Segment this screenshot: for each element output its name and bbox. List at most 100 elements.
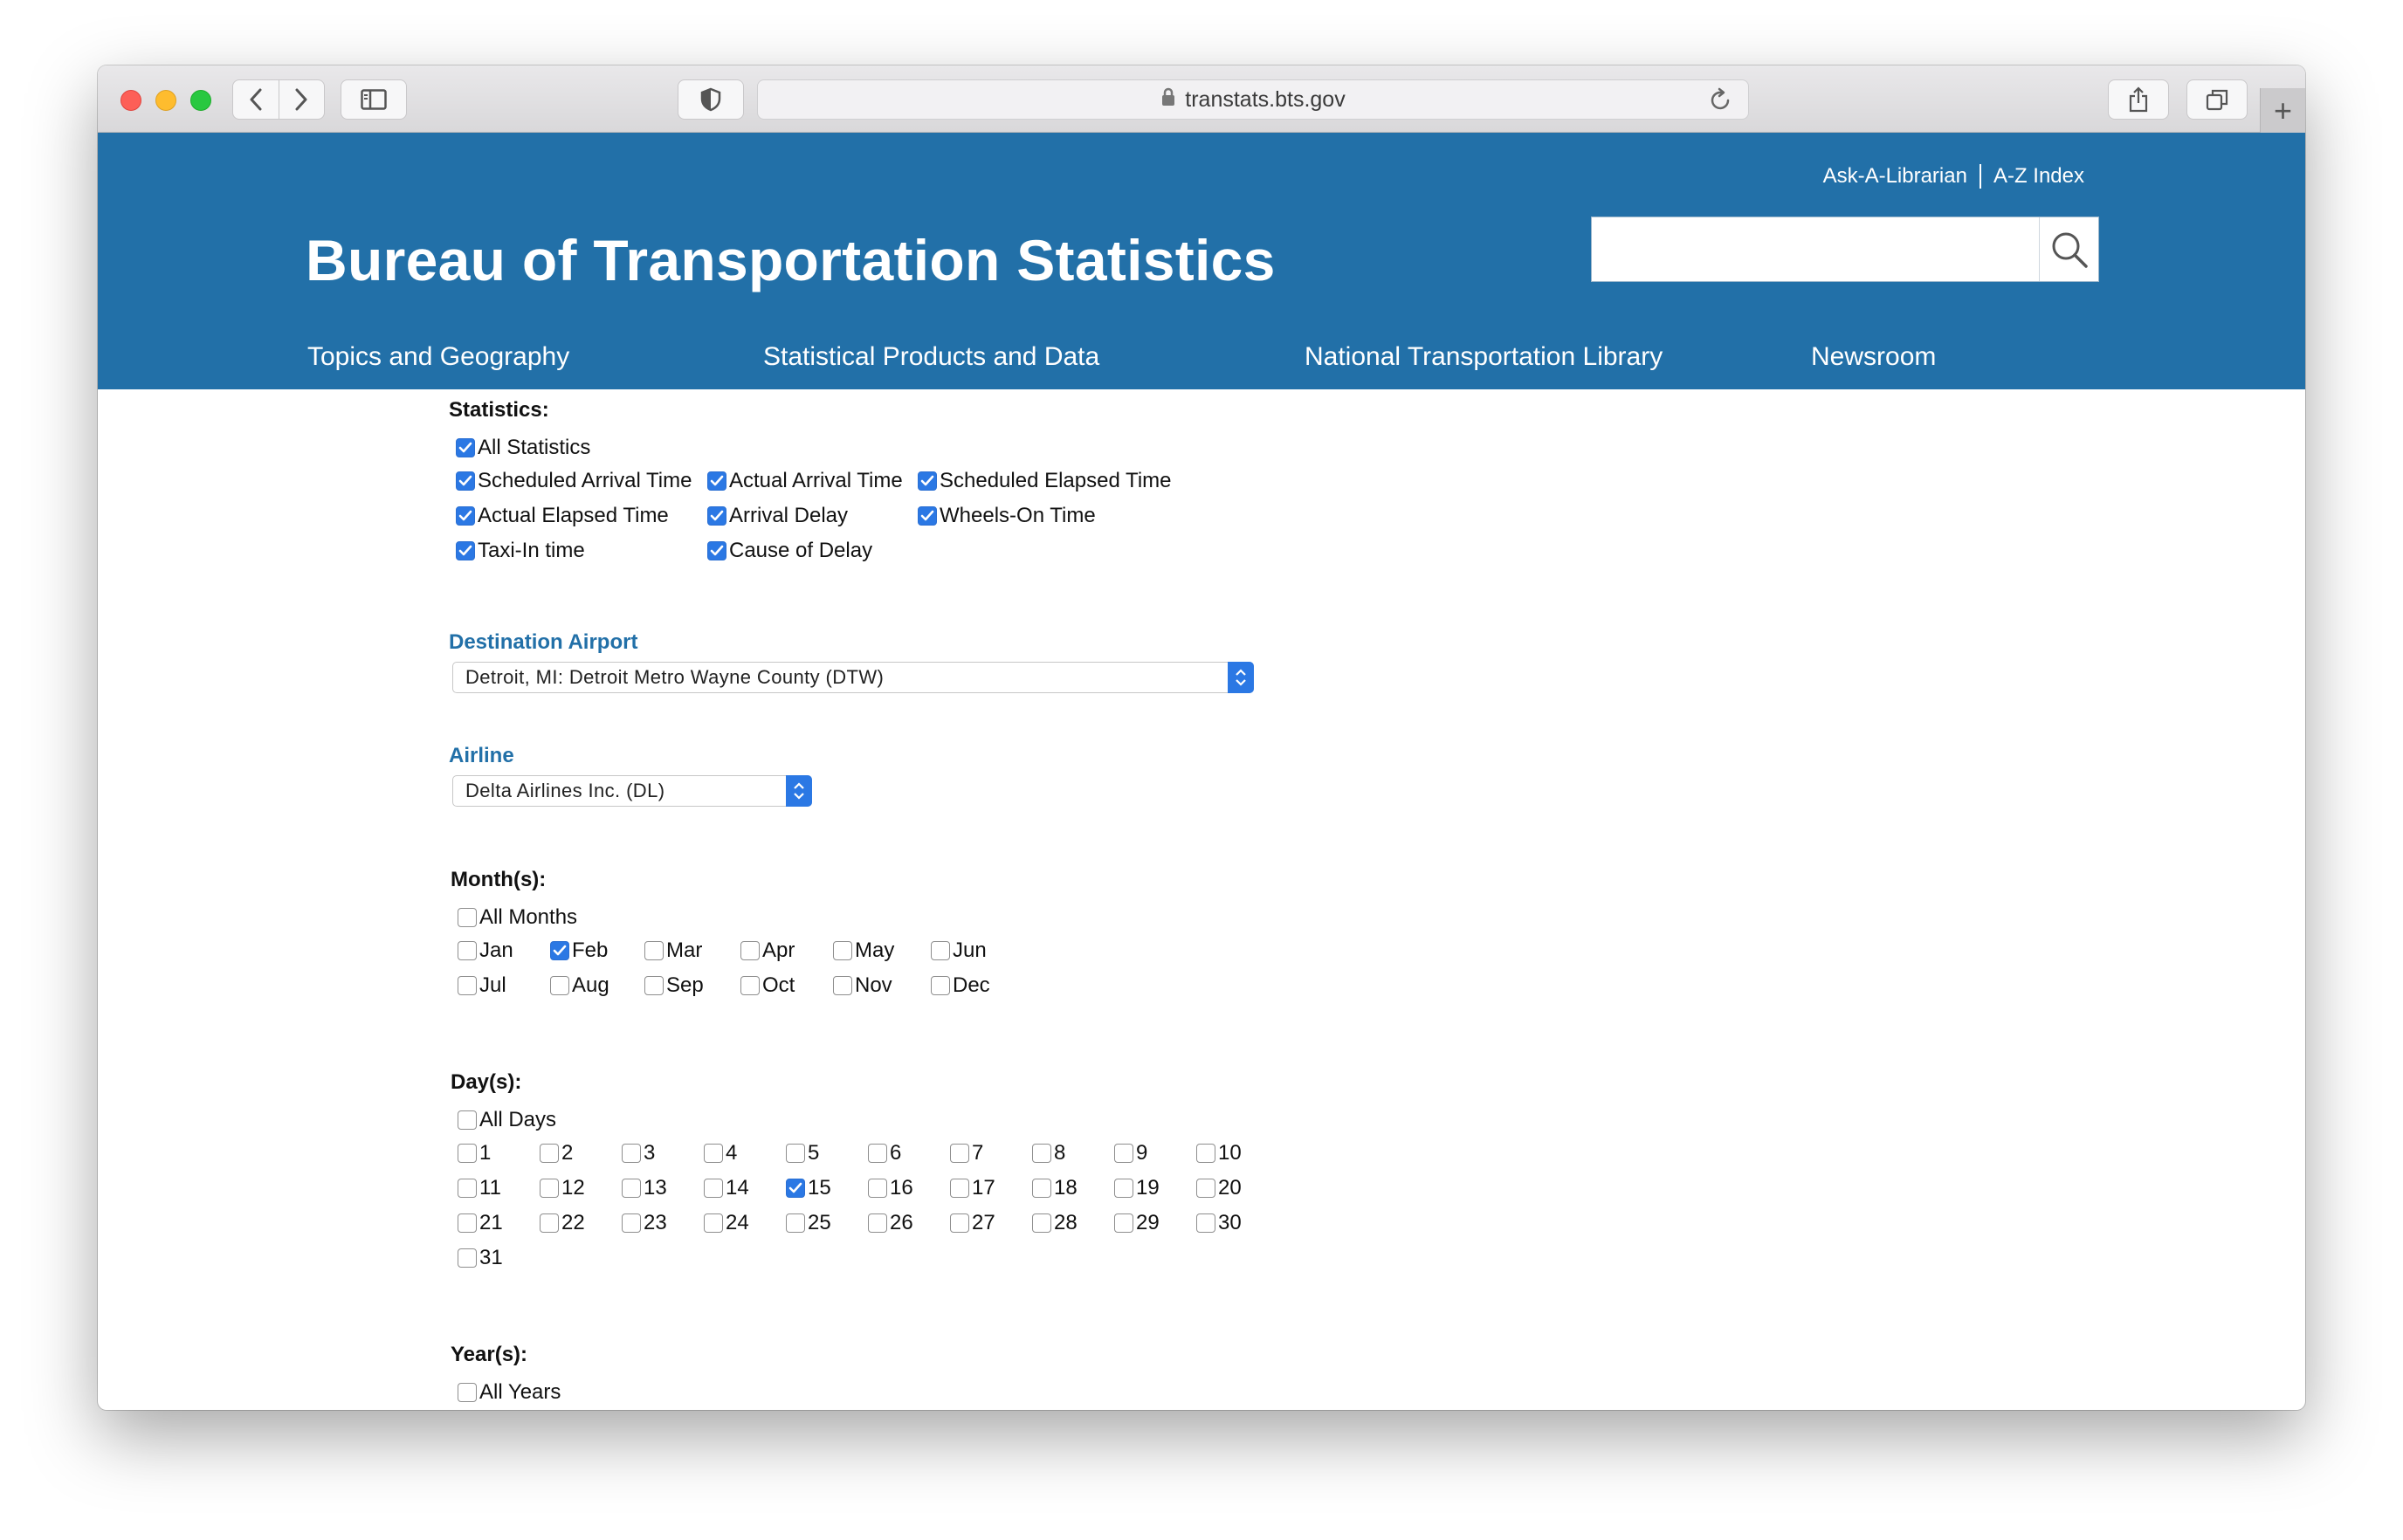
day-23-checkbox[interactable] [622, 1213, 641, 1233]
month-aug-checkbox-item[interactable]: Aug [550, 973, 609, 999]
day-18-checkbox[interactable] [1032, 1179, 1051, 1198]
zoom-window-button[interactable] [190, 90, 211, 111]
day-30-checkbox-item[interactable]: 30 [1196, 1210, 1242, 1236]
day-16-checkbox[interactable] [868, 1179, 887, 1198]
month-nov-checkbox[interactable] [833, 976, 852, 995]
az-index-link[interactable]: A-Z Index [1993, 164, 2084, 189]
all-years-checkbox-item[interactable]: All Years [458, 1379, 561, 1406]
day-19-checkbox-item[interactable]: 19 [1114, 1175, 1160, 1201]
all-days-checkbox-item[interactable]: All Days [458, 1107, 556, 1133]
day-20-checkbox[interactable] [1196, 1179, 1215, 1198]
new-tab-button[interactable]: + [2260, 88, 2305, 133]
share-button[interactable] [2108, 79, 2169, 120]
taxi-in-time-checkbox[interactable] [456, 541, 475, 560]
day-3-checkbox[interactable] [622, 1144, 641, 1163]
month-apr-checkbox-item[interactable]: Apr [740, 938, 795, 964]
taxi-in-time-checkbox-item[interactable]: Taxi-In time [456, 538, 585, 564]
day-20-checkbox-item[interactable]: 20 [1196, 1175, 1242, 1201]
month-sep-checkbox-item[interactable]: Sep [644, 973, 704, 999]
day-4-checkbox[interactable] [704, 1144, 723, 1163]
month-may-checkbox-item[interactable]: May [833, 938, 894, 964]
site-title[interactable]: Bureau of Transportation Statistics [306, 227, 1276, 293]
day-16-checkbox-item[interactable]: 16 [868, 1175, 913, 1201]
day-28-checkbox-item[interactable]: 28 [1032, 1210, 1078, 1236]
scheduled-arrival-time-checkbox[interactable] [456, 471, 475, 491]
day-3-checkbox-item[interactable]: 3 [622, 1140, 655, 1166]
day-22-checkbox-item[interactable]: 22 [540, 1210, 585, 1236]
month-feb-checkbox[interactable] [550, 941, 569, 960]
month-dec-checkbox-item[interactable]: Dec [931, 973, 990, 999]
ask-librarian-link[interactable]: Ask-A-Librarian [1823, 164, 1967, 189]
tab-overview-button[interactable] [2186, 79, 2248, 120]
day-11-checkbox-item[interactable]: 11 [458, 1175, 501, 1201]
all-years-checkbox[interactable] [458, 1383, 477, 1402]
sidebar-button[interactable] [341, 79, 407, 120]
day-24-checkbox-item[interactable]: 24 [704, 1210, 749, 1236]
all-days-checkbox[interactable] [458, 1110, 477, 1130]
cause-of-delay-checkbox[interactable] [707, 541, 726, 560]
day-2-checkbox-item[interactable]: 2 [540, 1140, 573, 1166]
forward-button[interactable] [279, 80, 324, 119]
day-18-checkbox-item[interactable]: 18 [1032, 1175, 1078, 1201]
day-2-checkbox[interactable] [540, 1144, 559, 1163]
all-statistics-checkbox[interactable] [456, 438, 475, 457]
day-28-checkbox[interactable] [1032, 1213, 1051, 1233]
close-window-button[interactable] [120, 90, 141, 111]
day-7-checkbox-item[interactable]: 7 [950, 1140, 983, 1166]
day-10-checkbox-item[interactable]: 10 [1196, 1140, 1242, 1166]
all-statistics-checkbox-item[interactable]: All Statistics [456, 435, 590, 461]
day-11-checkbox[interactable] [458, 1179, 477, 1198]
day-1-checkbox[interactable] [458, 1144, 477, 1163]
day-26-checkbox-item[interactable]: 26 [868, 1210, 913, 1236]
day-9-checkbox-item[interactable]: 9 [1114, 1140, 1147, 1166]
search-button[interactable] [2039, 217, 2098, 281]
month-jan-checkbox[interactable] [458, 941, 477, 960]
day-19-checkbox[interactable] [1114, 1179, 1133, 1198]
day-5-checkbox-item[interactable]: 5 [786, 1140, 819, 1166]
minimize-window-button[interactable] [155, 90, 176, 111]
month-oct-checkbox-item[interactable]: Oct [740, 973, 795, 999]
day-29-checkbox[interactable] [1114, 1213, 1133, 1233]
month-feb-checkbox-item[interactable]: Feb [550, 938, 608, 964]
month-jul-checkbox-item[interactable]: Jul [458, 973, 506, 999]
day-13-checkbox-item[interactable]: 13 [622, 1175, 667, 1201]
day-21-checkbox-item[interactable]: 21 [458, 1210, 503, 1236]
day-13-checkbox[interactable] [622, 1179, 641, 1198]
day-31-checkbox-item[interactable]: 31 [458, 1245, 503, 1271]
day-4-checkbox-item[interactable]: 4 [704, 1140, 737, 1166]
day-29-checkbox-item[interactable]: 29 [1114, 1210, 1160, 1236]
day-8-checkbox[interactable] [1032, 1144, 1051, 1163]
day-21-checkbox[interactable] [458, 1213, 477, 1233]
all-months-checkbox-item[interactable]: All Months [458, 904, 577, 931]
day-7-checkbox[interactable] [950, 1144, 969, 1163]
day-15-checkbox[interactable] [786, 1179, 805, 1198]
day-14-checkbox[interactable] [704, 1179, 723, 1198]
nav-statistical-products[interactable]: Statistical Products and Data [763, 342, 1099, 372]
destination-airport-select[interactable]: Detroit, MI: Detroit Metro Wayne County … [452, 662, 1254, 693]
cause-of-delay-checkbox-item[interactable]: Cause of Delay [707, 538, 872, 564]
scheduled-elapsed-time-checkbox[interactable] [918, 471, 937, 491]
day-5-checkbox[interactable] [786, 1144, 805, 1163]
day-27-checkbox-item[interactable]: 27 [950, 1210, 995, 1236]
actual-arrival-time-checkbox[interactable] [707, 471, 726, 491]
actual-arrival-time-checkbox-item[interactable]: Actual Arrival Time [707, 468, 903, 494]
actual-elapsed-time-checkbox-item[interactable]: Actual Elapsed Time [456, 503, 669, 529]
day-14-checkbox-item[interactable]: 14 [704, 1175, 749, 1201]
wheels-on-time-checkbox-item[interactable]: Wheels-On Time [918, 503, 1096, 529]
day-26-checkbox[interactable] [868, 1213, 887, 1233]
month-mar-checkbox[interactable] [644, 941, 664, 960]
wheels-on-time-checkbox[interactable] [918, 506, 937, 526]
scheduled-arrival-time-checkbox-item[interactable]: Scheduled Arrival Time [456, 468, 692, 494]
nav-topics-geography[interactable]: Topics and Geography [307, 342, 569, 372]
day-6-checkbox-item[interactable]: 6 [868, 1140, 901, 1166]
day-24-checkbox[interactable] [704, 1213, 723, 1233]
month-apr-checkbox[interactable] [740, 941, 760, 960]
day-1-checkbox-item[interactable]: 1 [458, 1140, 491, 1166]
address-bar[interactable]: transtats.bts.gov [757, 79, 1749, 120]
month-jan-checkbox-item[interactable]: Jan [458, 938, 513, 964]
day-6-checkbox[interactable] [868, 1144, 887, 1163]
all-months-checkbox[interactable] [458, 908, 477, 927]
month-jul-checkbox[interactable] [458, 976, 477, 995]
arrival-delay-checkbox[interactable] [707, 506, 726, 526]
month-may-checkbox[interactable] [833, 941, 852, 960]
